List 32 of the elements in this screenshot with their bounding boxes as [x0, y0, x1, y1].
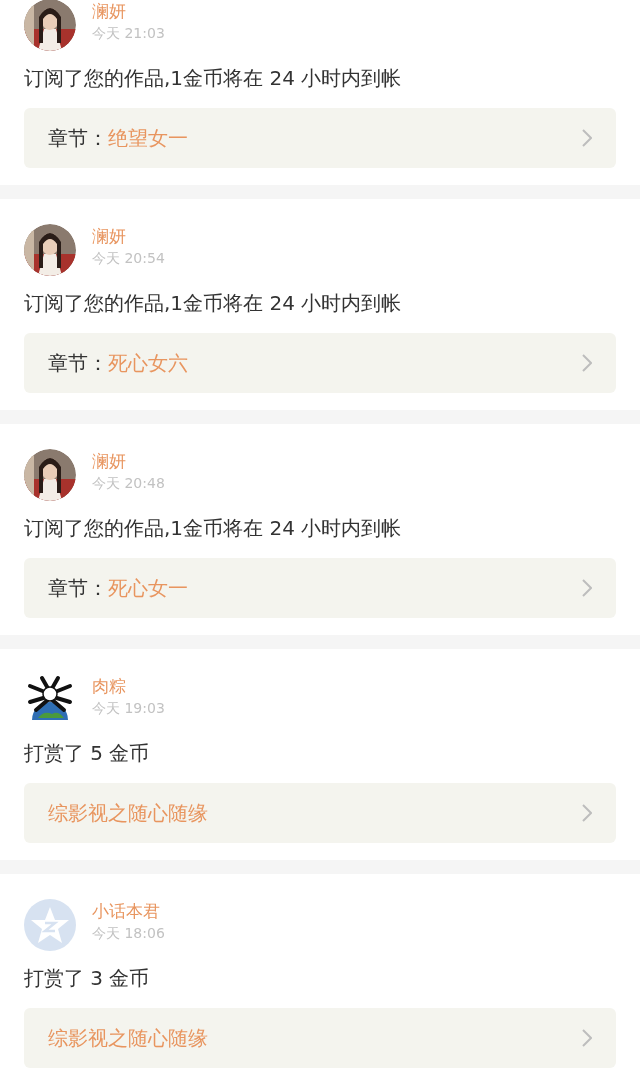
chevron-right-icon [582, 354, 592, 372]
user-name: 澜妍 [92, 450, 127, 473]
message-text: 订阅了您的作品,1金币将在 24 小时内到帐 [24, 515, 403, 542]
work-link[interactable]: 章节：绝望女一 [24, 108, 616, 168]
work-link[interactable]: 章节：死心女六 [24, 333, 616, 393]
work-title: 死心女一 [108, 575, 188, 602]
chapter-label: 章节： [48, 575, 108, 602]
chapter-label: 章节： [48, 125, 108, 152]
chevron-right-icon [582, 129, 592, 147]
default-avatar-icon [24, 899, 76, 951]
user-name: 小话本君 [92, 900, 161, 923]
chapter-label: 章节： [48, 350, 108, 377]
work-link[interactable]: 章节：死心女一 [24, 558, 616, 618]
work-title: 综影视之随心随缘 [48, 1025, 208, 1052]
message-text: 订阅了您的作品,1金币将在 24 小时内到帐 [24, 290, 403, 317]
user-name: 澜妍 [92, 0, 127, 23]
user-name: 澜妍 [92, 225, 127, 248]
timestamp: 今天 18:06 [92, 924, 165, 943]
timestamp: 今天 20:48 [92, 474, 165, 493]
timestamp: 今天 20:54 [92, 249, 165, 268]
work-title: 综影视之随心随缘 [48, 800, 208, 827]
chevron-right-icon [582, 804, 592, 822]
message-text: 打赏了 5 金币 [24, 740, 151, 767]
message-text: 订阅了您的作品,1金币将在 24 小时内到帐 [24, 65, 403, 92]
message-text: 打赏了 3 金币 [24, 965, 151, 992]
work-title: 死心女六 [108, 350, 188, 377]
work-title: 绝望女一 [108, 125, 188, 152]
timestamp: 今天 21:03 [92, 24, 165, 43]
chevron-right-icon [582, 1029, 592, 1047]
timestamp: 今天 19:03 [92, 699, 165, 718]
user-name: 肉粽 [92, 675, 127, 698]
chevron-right-icon [582, 579, 592, 597]
